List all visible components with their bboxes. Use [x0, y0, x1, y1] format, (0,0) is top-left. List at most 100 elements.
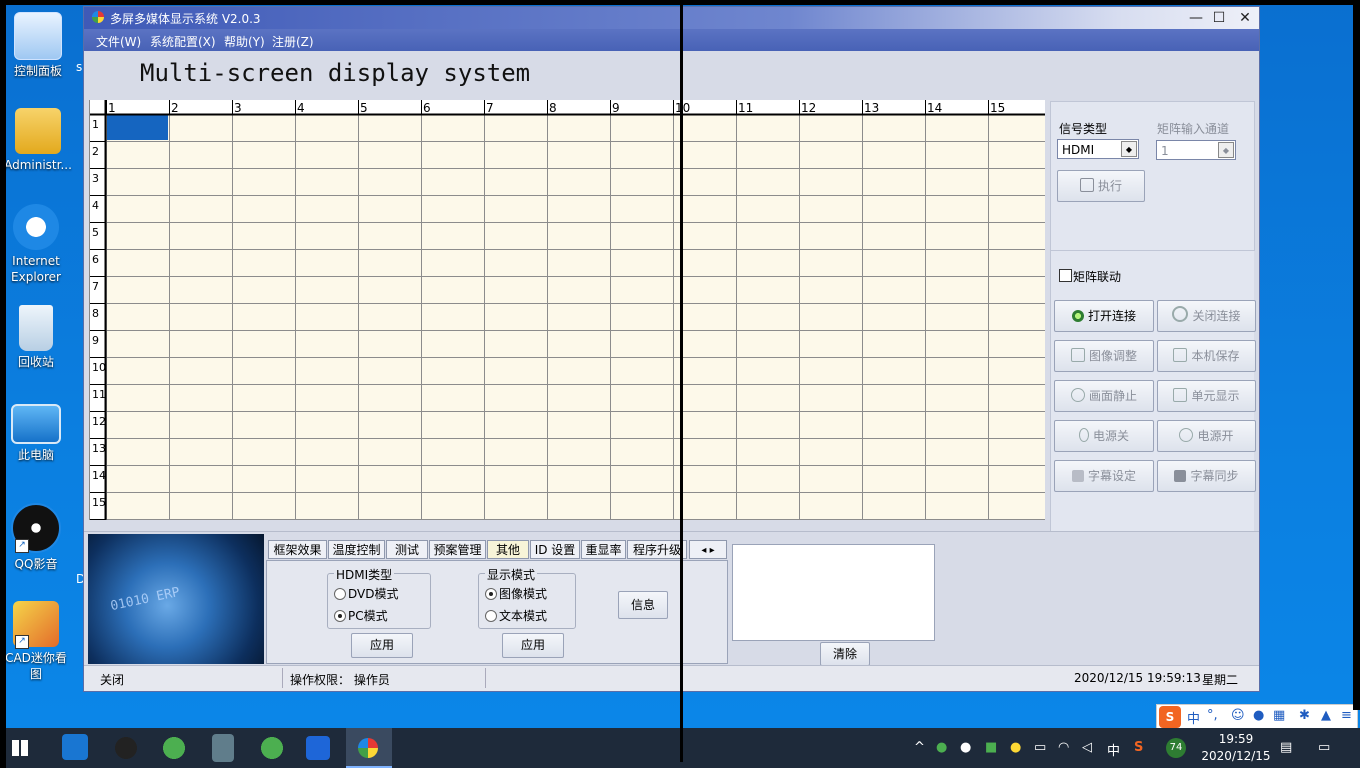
skin-icon[interactable]: ▲: [1321, 708, 1331, 723]
start-windows-icon[interactable]: [12, 740, 28, 756]
desktop-icon-internet-explorer[interactable]: Internet Explorer: [0, 204, 72, 285]
subtitle-settings-label: 字幕设定: [1087, 469, 1136, 483]
desktop-icon-cad-viewer[interactable]: ↗ CAD迷你看 图: [0, 601, 72, 682]
wechat-tray-icon[interactable]: ●: [936, 740, 947, 755]
qq-tray-icon[interactable]: ●: [960, 740, 971, 755]
screen-grid[interactable]: 1234567891011121314151234567891011121314…: [89, 100, 1045, 520]
apply-display-button[interactable]: 应用: [502, 633, 564, 658]
menu-system-config[interactable]: 系统配置(X): [150, 33, 216, 50]
open-connection-label: 打开连接: [1087, 309, 1136, 323]
battery-icon[interactable]: ▭: [1034, 740, 1046, 755]
execute-button[interactable]: 执行: [1057, 170, 1145, 202]
row-header-label: 13: [92, 442, 106, 455]
desktop-icon-administrator[interactable]: Administr...: [2, 108, 74, 173]
notifications-icon[interactable]: ▭: [1318, 740, 1330, 755]
keyboard-icon[interactable]: ▦: [1273, 708, 1285, 723]
active-app-highlight[interactable]: [346, 728, 392, 768]
column-header-label: 13: [864, 101, 879, 115]
bulb-on-icon: [1179, 428, 1194, 442]
subtitle-settings-button[interactable]: 字幕设定: [1054, 460, 1154, 492]
open-connection-button[interactable]: 打开连接: [1054, 300, 1154, 332]
pc-mode-radio[interactable]: [334, 610, 346, 622]
sogou-logo-icon: S: [1159, 706, 1181, 728]
clock-time: 19:59: [1218, 732, 1254, 746]
tab-other[interactable]: 其他: [487, 540, 529, 559]
ime-punct[interactable]: °,: [1207, 708, 1218, 723]
clear-button[interactable]: 清除: [820, 642, 870, 666]
signal-type-select[interactable]: HDMI ◆: [1057, 139, 1139, 159]
emoji-icon[interactable]: ☺: [1231, 708, 1245, 723]
desktop-icon-label: CAD迷你看 图: [5, 651, 67, 681]
apply-hdmi-button[interactable]: 应用: [351, 633, 413, 658]
row-header-label: 14: [92, 469, 106, 482]
wifi-icon[interactable]: ◠: [1058, 740, 1069, 755]
screen-grid-canvas[interactable]: 1234567891011121314151234567891011121314…: [90, 100, 1045, 520]
ime-mode[interactable]: 中: [1187, 708, 1200, 727]
subtitle-sync-icon: [1174, 470, 1187, 482]
menu-help[interactable]: 帮助(Y): [224, 33, 265, 50]
taskbar-clock[interactable]: 19:59 2020/12/15: [1196, 731, 1276, 765]
desktop-icon-control-panel[interactable]: 控制面板: [2, 12, 74, 79]
log-textbox[interactable]: [732, 544, 935, 641]
tab-temperature[interactable]: 温度控制: [328, 540, 385, 559]
info-button[interactable]: 信息: [618, 591, 668, 619]
tab-upgrade[interactable]: 程序升级: [627, 540, 687, 559]
selected-cell[interactable]: [107, 115, 168, 140]
matrix-link-checkbox[interactable]: [1059, 269, 1072, 282]
wps-writer-icon[interactable]: [306, 736, 330, 760]
ime-toolbar[interactable]: S 中 °, ☺ ● ▦ ✱ ▲ ≡: [1156, 704, 1358, 730]
microphone-icon[interactable]: ●: [1253, 708, 1264, 723]
freeze-frame-button[interactable]: 画面静止: [1054, 380, 1154, 412]
chevron-down-icon[interactable]: ◆: [1121, 141, 1137, 157]
close-connection-button[interactable]: 关闭连接: [1157, 300, 1256, 332]
chevron-down-icon[interactable]: ◆: [1218, 142, 1234, 158]
menu-icon[interactable]: ≡: [1341, 708, 1352, 723]
minimize-button[interactable]: —: [1185, 9, 1207, 27]
maximize-button[interactable]: ☐: [1208, 9, 1230, 27]
menu-file[interactable]: 文件(W): [96, 33, 141, 50]
plus-tray-icon[interactable]: ●: [1010, 740, 1021, 755]
notepad-icon[interactable]: ▤: [1280, 740, 1292, 755]
matrix-channel-select[interactable]: 1 ◆: [1156, 140, 1236, 160]
tab-scroll-arrows[interactable]: ◂ ▸: [689, 540, 727, 559]
local-save-button[interactable]: 本机保存: [1157, 340, 1256, 372]
text-mode-radio[interactable]: [485, 610, 497, 622]
tab-preset[interactable]: 预案管理: [429, 540, 486, 559]
power-on-button[interactable]: 电源开: [1157, 420, 1256, 452]
desktop-icon-this-pc[interactable]: 此电脑: [0, 404, 72, 463]
menu-register[interactable]: 注册(Z): [272, 33, 314, 50]
row-header-label: 15: [92, 496, 106, 509]
tab-test[interactable]: 测试: [386, 540, 428, 559]
power-off-button[interactable]: 电源关: [1054, 420, 1154, 452]
image-mode-radio[interactable]: [485, 588, 497, 600]
grid-cells-area[interactable]: [106, 114, 1045, 520]
tools-icon[interactable]: ✱: [1299, 708, 1310, 723]
tab-frame-effect[interactable]: 框架效果: [268, 540, 327, 559]
calculator-icon[interactable]: [212, 734, 234, 762]
sogou-tray-icon[interactable]: S: [1134, 740, 1143, 755]
volume-icon[interactable]: ◁: [1082, 740, 1092, 755]
image-adjust-button[interactable]: 图像调整: [1054, 340, 1154, 372]
dvd-mode-radio[interactable]: [334, 588, 346, 600]
status-bar: 关闭 操作权限： 操作员 2020/12/15 19:59:13 星期二: [84, 665, 1259, 691]
desktop-icon-recycle-bin[interactable]: 回收站: [0, 305, 72, 370]
status-datetime: 2020/12/15 19:59:13: [1074, 671, 1201, 685]
security-shield-icon[interactable]: ■: [985, 740, 997, 755]
wechat-icon[interactable]: [160, 734, 188, 762]
tab-overscan[interactable]: 重显率: [581, 540, 626, 559]
close-button[interactable]: ✕: [1234, 9, 1256, 27]
tab-id-settings[interactable]: ID 设置: [530, 540, 580, 559]
browser-360-icon[interactable]: [258, 734, 286, 762]
headline: Multi-screen display system: [140, 59, 531, 87]
subtitle-sync-button[interactable]: 字幕同步: [1157, 460, 1256, 492]
title-bar[interactable]: 多屏多媒体显示系统 V2.0.3 — ☐ ✕: [84, 7, 1259, 29]
show-hidden-icons-chevron[interactable]: ^: [914, 740, 925, 755]
input-language[interactable]: 中: [1107, 740, 1120, 759]
desktop-icon-label: Administr...: [4, 158, 72, 172]
taskbar-app-blue-icon[interactable]: [62, 734, 88, 760]
badge-icon[interactable]: 74: [1166, 738, 1186, 758]
unit-display-button[interactable]: 单元显示: [1157, 380, 1256, 412]
image-adjust-icon: [1070, 348, 1085, 362]
qq-icon[interactable]: [112, 734, 140, 762]
desktop-icon-qq-player[interactable]: ↗ QQ影音: [0, 503, 72, 572]
